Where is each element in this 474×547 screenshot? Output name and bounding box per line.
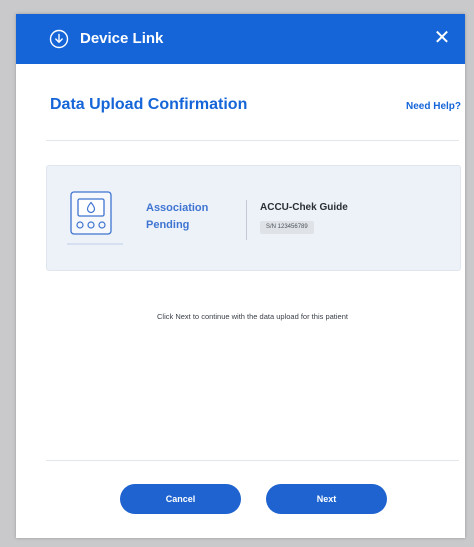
need-help-link[interactable]: Need Help? <box>406 101 461 112</box>
next-button[interactable]: Next <box>266 484 387 514</box>
association-status: Association Pending <box>146 202 209 231</box>
download-circle-icon <box>49 29 69 49</box>
instruction-text: Click Next to continue with the data upl… <box>157 312 348 321</box>
dialog-header: Device Link ✕ <box>16 14 465 64</box>
dialog-title: Device Link <box>80 30 164 47</box>
page-title: Data Upload Confirmation <box>50 96 248 113</box>
device-link-dialog: Device Link ✕ Data Upload Confirmation N… <box>16 14 465 538</box>
top-divider <box>46 140 459 141</box>
cancel-button[interactable]: Cancel <box>120 484 241 514</box>
serial-badge: S/N 123456789 <box>260 221 314 234</box>
card-separator <box>246 200 247 240</box>
device-card: Association Pending ACCU-Chek Guide S/N … <box>46 165 461 271</box>
close-icon[interactable]: ✕ <box>431 27 453 49</box>
glucose-meter-icon <box>67 191 123 245</box>
device-name: ACCU-Chek Guide <box>260 202 348 213</box>
bottom-divider <box>46 460 459 461</box>
